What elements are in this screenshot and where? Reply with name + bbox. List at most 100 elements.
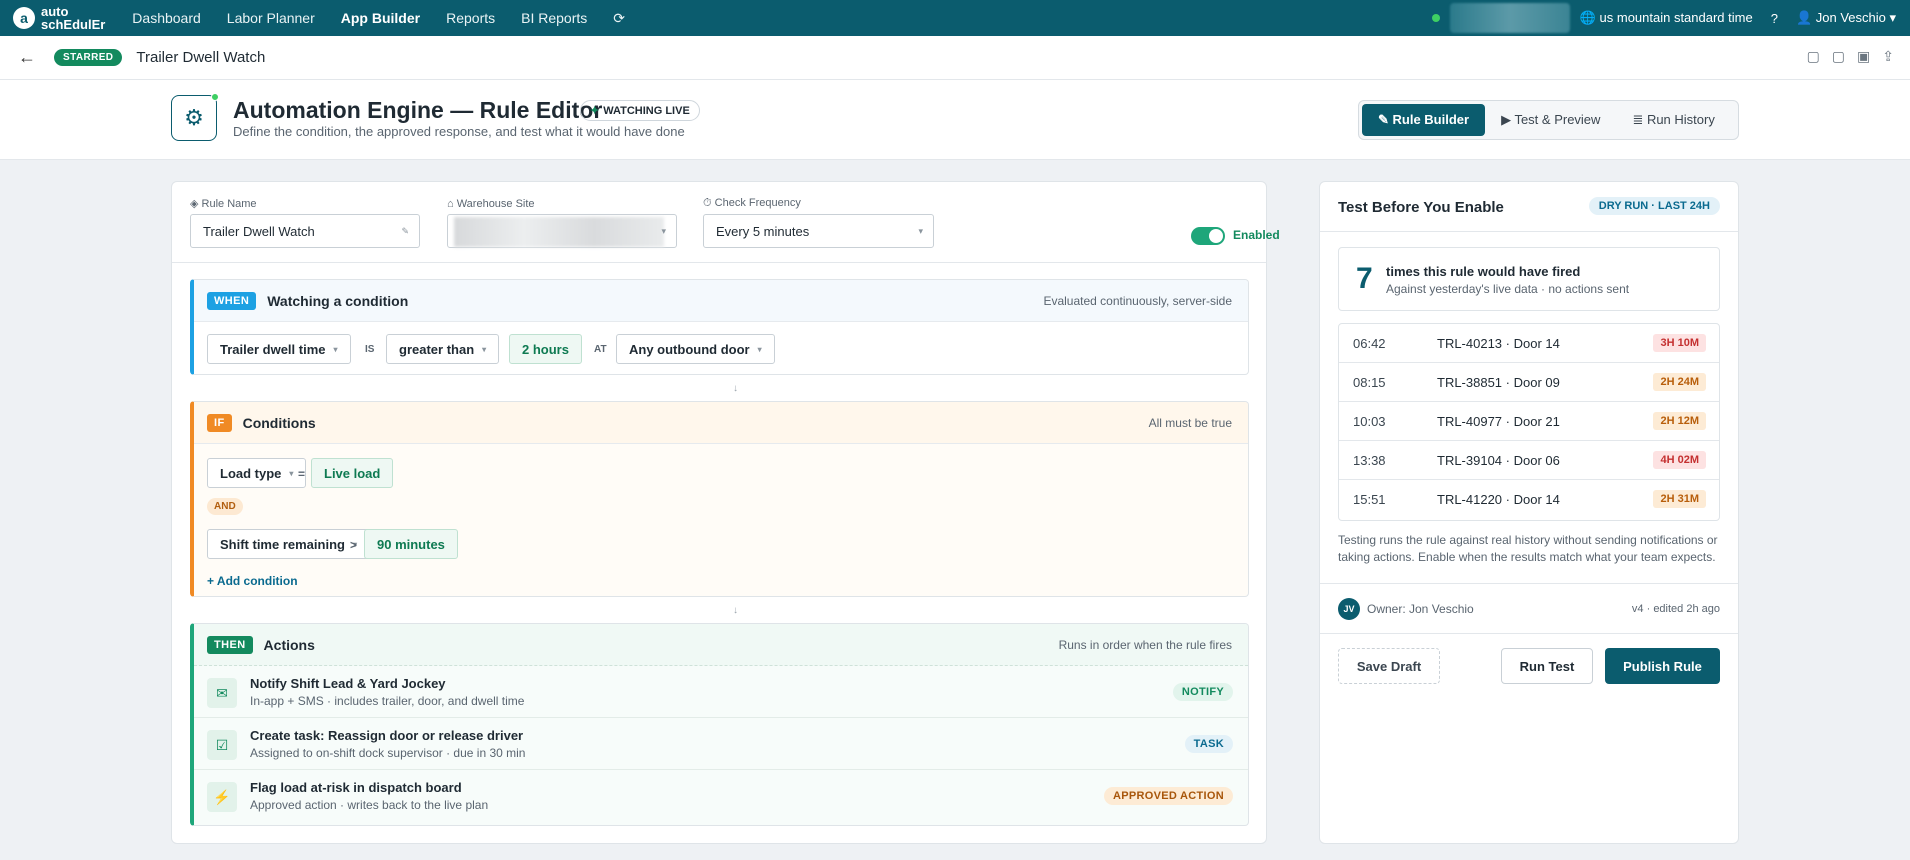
watching-live-badge: ✦ WATCHING LIVE [580,100,700,121]
sparkle-icon: ✦ [590,105,600,117]
metric-label: Trailer dwell time [220,341,326,357]
refresh-icon[interactable]: ⟳ [600,10,638,27]
action-description: In-app + SMS · includes trailer, door, a… [250,694,525,708]
action-description: Approved action · writes back to the liv… [250,798,489,812]
check-frequency-select[interactable]: Every 5 minutes ▾ [703,214,934,248]
threshold-value[interactable]: 2 hours [509,334,582,364]
action-title: Create task: Reassign door or release dr… [250,728,524,743]
divider [1320,583,1738,584]
starred-badge: STARRED [54,49,123,66]
condition-1-value[interactable]: Live load [311,458,394,488]
location-label: Any outbound door [629,341,750,357]
enabled-toggle[interactable] [1191,227,1225,245]
page-subtitle: Define the condition, the approved respo… [233,124,685,139]
if-block: IF Conditions All must be true Load type… [190,401,1249,597]
warehouse-site-label: ⌂ Warehouse Site [447,198,535,210]
gear-icon: ⚙ [171,93,219,141]
list-item[interactable]: 06:42 TRL-40213 · Door 14 3H 10M [1339,324,1719,363]
dwell-duration-badge: 2H 24M [1653,373,1706,391]
rule-name-input[interactable]: Trailer Dwell Watch ✎ [190,214,420,248]
redacted-search[interactable] [1449,3,1570,33]
then-header: THEN Actions Runs in order when the rule… [194,624,1248,666]
condition-1-operator: = [298,467,306,481]
action-notify[interactable]: ✉ Notify Shift Lead & Yard Jockey In-app… [194,666,1248,718]
logo[interactable]: a auto schEdulEr [13,5,105,31]
operator-select[interactable]: greater than ▾ [386,334,500,364]
owner-label: Owner: Jon Veschio [1367,602,1474,616]
dwell-duration-badge: 2H 31M [1653,490,1706,508]
rule-name-label: ◈ Rule Name [190,198,257,210]
condition-2-operator: > [350,538,358,552]
tab-rule-builder[interactable]: ✎ Rule Builder [1362,104,1486,136]
warehouse-site-select[interactable]: ▾ [447,214,677,248]
save-draft-button[interactable]: Save Draft [1338,648,1440,684]
event-list: 06:42 TRL-40213 · Door 14 3H 10M 08:15 T… [1338,323,1720,521]
chevron-down-icon: ▾ [333,344,338,354]
tab-run-history[interactable]: ≣ Run History [1616,104,1730,136]
list-item[interactable]: 08:15 TRL-38851 · Door 09 2H 24M [1339,363,1719,402]
location-select[interactable]: Any outbound door ▾ [616,334,775,364]
action-description: Assigned to on-shift dock supervisor · d… [250,746,526,760]
nav-dashboard[interactable]: Dashboard [119,10,214,27]
when-tag: WHEN [207,291,257,310]
condition-2-field[interactable]: Shift time remaining ▾ [207,529,370,559]
help-icon[interactable]: ? [1771,11,1778,26]
then-title: Actions [263,636,315,653]
condition-2-field-label: Shift time remaining [220,536,345,552]
event-time: 15:51 [1353,492,1386,507]
event-trailer: TRL-38851 · Door 09 [1437,375,1560,390]
list-item[interactable]: 13:38 TRL-39104 · Door 06 4H 02M [1339,441,1719,480]
back-arrow-icon[interactable]: ← [18,47,36,68]
timezone-selector[interactable]: 🌐 us mountain standard time [1580,10,1753,26]
tab-test-preview[interactable]: ▶ Test & Preview [1485,104,1616,136]
layout-icon[interactable]: ▣ [1857,48,1870,65]
nav-reports[interactable]: Reports [433,10,508,27]
condition-2-value[interactable]: 90 minutes [364,529,458,559]
rule-name-value: Trailer Dwell Watch [203,223,315,239]
run-test-button[interactable]: Run Test [1501,648,1593,684]
app-title: Trailer Dwell Watch [136,49,266,66]
add-condition-button[interactable]: + Add condition [207,574,298,588]
logo-mark: a [13,7,35,29]
nav-app-builder[interactable]: App Builder [328,10,433,27]
then-block: THEN Actions Runs in order when the rule… [190,623,1249,826]
if-title: Conditions [242,414,316,431]
chevron-down-icon: ▾ [918,225,923,236]
nav-menu: Dashboard Labor Planner App Builder Repo… [119,10,638,27]
lightning-icon: ⚡ [207,782,237,812]
event-trailer: TRL-41220 · Door 14 [1437,492,1560,507]
flow-arrow-icon: ↓ [733,383,738,394]
enabled-label: Enabled [1233,228,1280,242]
dry-run-badge: DRY RUN · LAST 24H [1588,197,1720,215]
logo-line-2: schEdulEr [41,17,106,32]
publish-rule-button[interactable]: Publish Rule [1605,648,1720,684]
event-time: 06:42 [1353,336,1386,351]
list-item[interactable]: 10:03 TRL-40977 · Door 21 2H 12M [1339,402,1719,441]
checkbox-icon: ☑ [207,730,237,760]
event-time: 08:15 [1353,375,1386,390]
action-title: Flag load at-risk in dispatch board [250,780,462,795]
action-flag[interactable]: ⚡ Flag load at-risk in dispatch board Ap… [194,770,1248,822]
top-nav: a auto schEdulEr Dashboard Labor Planner… [0,0,1910,36]
subheader: ← STARRED Trailer Dwell Watch ▢ ▢ ▣ ⇪ [0,36,1910,80]
watching-live-label: WATCHING LIVE [603,105,690,117]
view-controls: ▢ ▢ ▣ ⇪ [1807,48,1894,65]
action-task[interactable]: ☑ Create task: Reassign door or release … [194,718,1248,770]
nav-labor-planner[interactable]: Labor Planner [214,10,328,27]
nav-bi-reports[interactable]: BI Reports [508,10,600,27]
chevron-down-icon: ▾ [289,468,294,478]
event-time: 13:38 [1353,453,1386,468]
condition-1-field[interactable]: Load type ▾ [207,458,307,488]
chevron-down-icon: ▾ [661,225,666,236]
avatar: JV [1338,598,1360,620]
panel-icon[interactable]: ▢ [1832,48,1845,65]
window-icon[interactable]: ▢ [1807,48,1820,65]
fired-summary: 7 times this rule would have fired Again… [1338,247,1720,311]
list-item[interactable]: 15:51 TRL-41220 · Door 14 2H 31M [1339,480,1719,519]
is-operator-label: IS [365,344,375,355]
when-title: Watching a condition [267,292,409,309]
when-header: WHEN Watching a condition Evaluated cont… [194,280,1248,322]
share-icon[interactable]: ⇪ [1882,48,1894,65]
user-menu[interactable]: 👤 Jon Veschio ▾ [1796,10,1896,26]
metric-select[interactable]: Trailer dwell time ▾ [207,334,351,364]
